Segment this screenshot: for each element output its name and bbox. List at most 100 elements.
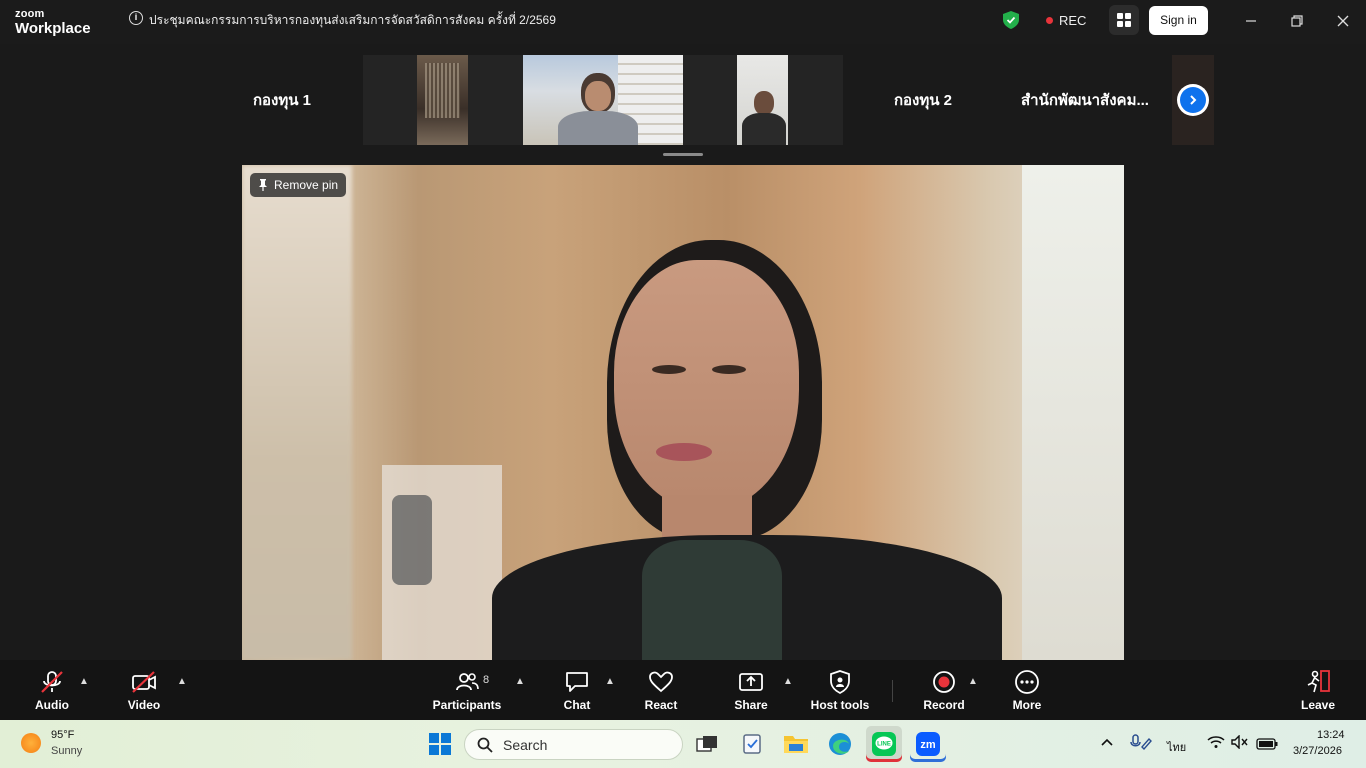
leave-button[interactable]: Leave	[1298, 668, 1338, 712]
clock-date[interactable]: 3/27/2026	[1293, 745, 1342, 757]
input-language[interactable]: ไทย	[1167, 738, 1186, 756]
wifi-icon	[1207, 736, 1225, 748]
clock-time[interactable]: 13:24	[1317, 729, 1345, 741]
taskbar-app-zoom[interactable]: zm	[910, 726, 946, 762]
remove-pin-button[interactable]: Remove pin	[250, 173, 347, 197]
sun-icon[interactable]	[21, 733, 41, 753]
bg-right-blur	[1022, 165, 1124, 660]
rec-label: REC	[1059, 13, 1087, 28]
pinned-video[interactable]: Remove pin	[242, 165, 1124, 660]
participant-tile-name-only[interactable]: กองทุน 1	[242, 55, 322, 145]
resize-handle[interactable]	[663, 153, 703, 156]
video-options-caret-icon[interactable]: ▲	[177, 676, 187, 687]
participants-options-caret-icon[interactable]: ▲	[515, 676, 525, 687]
host-tools-shield-icon	[830, 670, 850, 695]
share-options-caret-icon[interactable]: ▲	[783, 676, 793, 687]
remove-pin-label: Remove pin	[274, 178, 339, 192]
zoom-logo: zoom Workplace	[15, 8, 91, 37]
svg-text:LINE: LINE	[877, 742, 891, 748]
react-button[interactable]: React	[641, 668, 681, 712]
svg-text:zm: zm	[920, 739, 936, 751]
video-button[interactable]: Video	[124, 668, 164, 712]
chat-options-caret-icon[interactable]: ▲	[605, 676, 615, 687]
close-icon	[1337, 15, 1349, 27]
chevron-right-icon	[1190, 95, 1197, 105]
chat-icon	[566, 672, 588, 692]
pen-input-button[interactable]	[1128, 733, 1152, 756]
start-button[interactable]	[422, 726, 458, 762]
sign-in-button[interactable]: Sign in	[1149, 6, 1208, 35]
video-label: Video	[127, 698, 161, 712]
record-button[interactable]: Record	[923, 668, 965, 712]
more-icon	[1015, 670, 1039, 694]
chevron-up-icon	[1101, 738, 1113, 746]
participant-video-tile[interactable]	[737, 55, 788, 145]
heart-icon	[649, 671, 673, 693]
person-body	[558, 111, 638, 145]
participant-tile-name-only[interactable]: กองทุน 2	[883, 55, 963, 145]
battery-icon	[1256, 738, 1278, 750]
wifi-button[interactable]	[1207, 735, 1225, 754]
restore-button[interactable]	[1282, 8, 1312, 34]
taskbar-app-edge[interactable]	[822, 726, 858, 762]
windows-taskbar	[0, 720, 1366, 768]
task-view-button[interactable]	[689, 726, 725, 762]
minimize-icon	[1246, 20, 1256, 22]
taskbar-app-notepad[interactable]	[734, 726, 770, 762]
more-label: More	[1012, 698, 1042, 712]
chat-button[interactable]: Chat	[557, 668, 597, 712]
grid-icon	[1117, 13, 1131, 27]
task-view-icon	[696, 736, 717, 752]
pen-mic-icon	[1130, 734, 1152, 751]
window-blinds-image	[425, 63, 460, 118]
audio-options-caret-icon[interactable]: ▲	[79, 676, 89, 687]
audio-button[interactable]: Audio	[32, 668, 72, 712]
battery-button[interactable]	[1256, 737, 1278, 755]
host-tools-label: Host tools	[810, 698, 870, 712]
participant-video-tile-active[interactable]	[523, 55, 683, 145]
view-button[interactable]	[1109, 5, 1139, 35]
person-face	[614, 260, 799, 510]
participants-button[interactable]: Participants	[432, 668, 502, 712]
info-icon[interactable]: i	[129, 11, 143, 25]
weather-temperature[interactable]: 95°F	[51, 729, 74, 741]
close-button[interactable]	[1328, 8, 1358, 34]
record-options-caret-icon[interactable]: ▲	[968, 676, 978, 687]
taskbar-app-file-explorer[interactable]	[778, 726, 814, 762]
meeting-title: ประชุมคณะกรรมการบริหารกองทุนส่งเสริมการจ…	[149, 13, 556, 27]
notepad-icon	[743, 734, 761, 754]
participant-tile-name-only[interactable]: สำนักพัฒนาสังคม...	[1015, 55, 1155, 145]
line-app-icon: LINE	[872, 732, 896, 756]
brand-small: zoom	[15, 8, 45, 20]
show-hidden-icons-button[interactable]	[1100, 735, 1114, 753]
search-placeholder: Search	[503, 736, 548, 753]
record-label: Record	[923, 698, 965, 712]
share-button[interactable]: Share	[731, 668, 771, 712]
minimize-button[interactable]	[1236, 8, 1266, 34]
record-dot-icon	[1046, 17, 1053, 24]
record-icon	[933, 671, 955, 693]
pin-icon	[259, 179, 267, 191]
participant-video-tile[interactable]	[417, 55, 468, 145]
person-body	[742, 113, 786, 145]
taskbar-app-line[interactable]: LINE	[866, 726, 902, 762]
folder-icon	[784, 736, 808, 753]
microphone-muted-icon	[41, 671, 63, 693]
share-screen-icon	[739, 673, 763, 691]
weather-description[interactable]: Sunny	[51, 745, 82, 757]
taskbar-search[interactable]: Search	[464, 729, 683, 760]
participants-icon	[456, 673, 479, 691]
participants-count: 8	[483, 674, 490, 686]
next-page-button[interactable]	[1177, 84, 1209, 116]
host-tools-button[interactable]: Host tools	[810, 668, 870, 712]
title-bar: zoom Workplace i ประชุมคณะกรรมการบริหารก…	[0, 0, 1366, 44]
toolbar-divider	[892, 680, 893, 702]
volume-button[interactable]	[1231, 734, 1249, 754]
edge-browser-icon	[829, 733, 851, 755]
meeting-toolbar: Audio ▲ Video ▲ Participants 8 ▲ Chat ▲ …	[0, 660, 1366, 720]
more-button[interactable]: More	[1007, 668, 1047, 712]
bg-left-blur	[242, 165, 352, 660]
recording-indicator[interactable]: REC	[1046, 13, 1086, 28]
bg-dark-blur	[392, 495, 432, 585]
encryption-shield-icon[interactable]	[1003, 11, 1019, 29]
